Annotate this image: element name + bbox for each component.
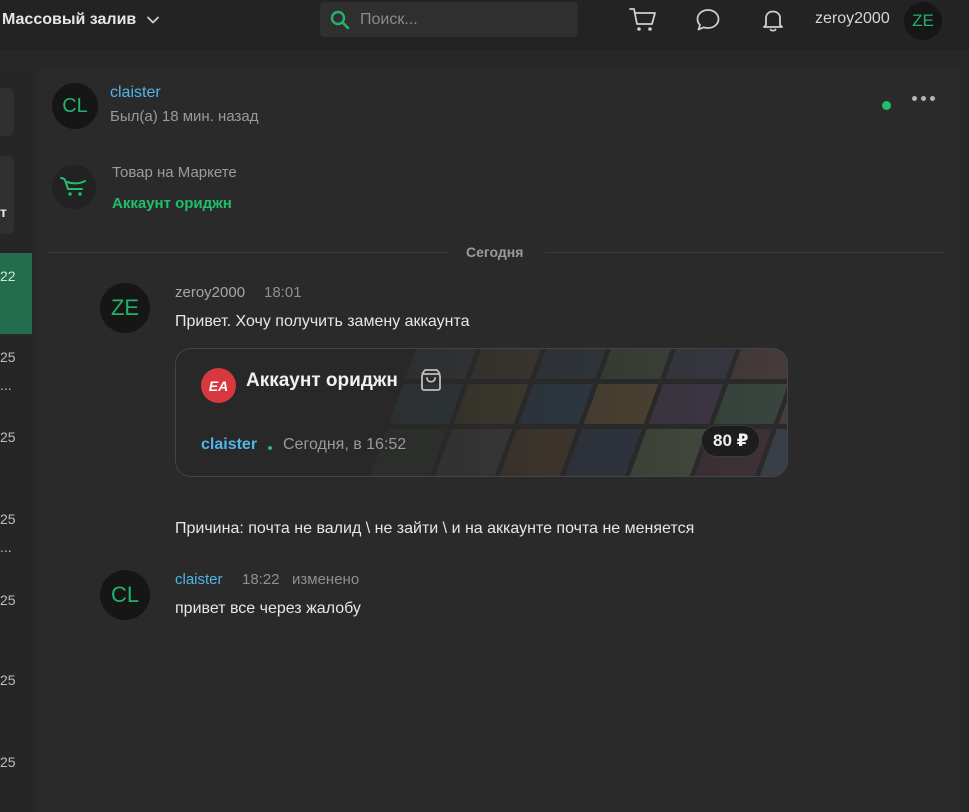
bell-icon [763, 10, 783, 32]
message-text: Причина: почта не валид \ не зайти \ и н… [175, 520, 695, 537]
top-bar: Массовый залив zeroy2000 ZE [0, 0, 969, 50]
messages-button[interactable] [694, 6, 722, 34]
day-separator: Сегодня [466, 244, 524, 260]
notifications-button[interactable] [759, 6, 787, 34]
conversation-item-date: 25 [0, 672, 16, 688]
peer-avatar[interactable]: CL [52, 83, 98, 129]
message-author[interactable]: claister [175, 571, 223, 588]
cart-button[interactable] [629, 6, 657, 34]
ea-logo: EA [201, 368, 236, 403]
seller-online-dot [268, 446, 272, 450]
product-seller[interactable]: claister [201, 436, 257, 454]
search-box[interactable] [320, 2, 578, 37]
peer-name[interactable]: claister [110, 84, 161, 102]
message-avatar[interactable]: CL [100, 570, 150, 620]
product-card[interactable]: EA Аккаунт ориджн claister Сегодня, в 16… [175, 348, 788, 477]
product-price: 80 ₽ [701, 425, 761, 457]
day-divider-right [545, 252, 945, 253]
market-item-link[interactable]: Аккаунт ориджн [112, 195, 232, 212]
message-time: 18:01 [264, 284, 302, 301]
conversation-item-date: 25 [0, 754, 16, 770]
search-input[interactable] [360, 10, 560, 29]
market-item-label: Товар на Маркете [112, 164, 237, 181]
conversation-list: т 22 25 ... 25 25 ... 25 25 25 [0, 68, 32, 812]
more-icon[interactable] [912, 96, 935, 101]
search-icon [330, 10, 350, 29]
day-divider-left [48, 252, 448, 253]
conversation-item-date: 25 [0, 511, 16, 527]
conversation-item-date: 22 [0, 268, 16, 284]
mass-upload-menu[interactable]: Массовый залив [2, 9, 160, 31]
current-username[interactable]: zeroy2000 [815, 10, 890, 28]
bag-icon [421, 369, 441, 391]
conversation-item-active[interactable] [0, 253, 32, 334]
product-title[interactable]: Аккаунт ориджн [246, 370, 398, 392]
peer-last-seen: Был(а) 18 мин. назад [110, 108, 259, 125]
message-author[interactable]: zeroy2000 [175, 284, 245, 301]
user-avatar[interactable]: ZE [904, 2, 942, 40]
message-avatar[interactable]: ZE [100, 283, 150, 333]
conversation-item-date: 25 [0, 349, 16, 365]
sidebar-filter-label: т [0, 204, 7, 220]
online-indicator [882, 101, 891, 110]
conversation-item-preview: ... [0, 539, 12, 555]
market-cart-icon [52, 165, 96, 209]
chat-icon [696, 9, 720, 31]
message-text: Привет. Хочу получить замену аккаунта [175, 313, 470, 330]
message-edited-label: изменено [292, 571, 360, 588]
message-time: 18:22 [242, 571, 280, 588]
conversation-item-date: 25 [0, 592, 16, 608]
menu-title-label: Массовый залив [2, 11, 137, 28]
product-date: Сегодня, в 16:52 [283, 436, 407, 453]
conversation-item-preview: ... [0, 377, 12, 393]
message-text: привет все через жалобу [175, 600, 361, 617]
sidebar-filter-box[interactable] [0, 156, 14, 234]
cart-icon [629, 8, 656, 31]
conversation-item-date: 25 [0, 429, 16, 445]
sidebar-search-box[interactable] [0, 88, 14, 136]
chevron-down-icon [147, 16, 160, 24]
product-card-shade [176, 349, 787, 476]
